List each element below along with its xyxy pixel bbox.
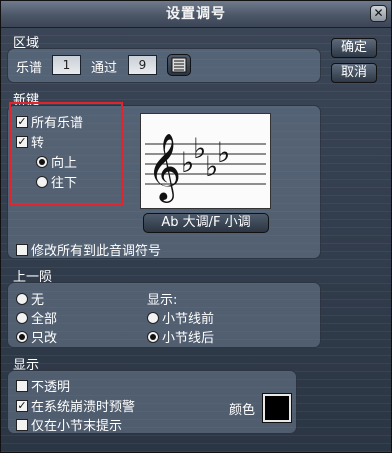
color-label: 颜色 — [229, 399, 255, 418]
list-picker-button[interactable] — [167, 54, 191, 76]
radio-button — [16, 311, 28, 324]
checkbox-box — [16, 379, 28, 392]
staff-svg: 𝄞 ♭ ♭ ♭ ♭ — [145, 132, 266, 203]
prev-none-label: 无 — [31, 293, 45, 308]
list-picker-icon — [171, 57, 187, 73]
prev-change-only-radio[interactable]: 只改 — [16, 327, 57, 346]
radio-button — [147, 330, 159, 343]
dialog-title: 设置调号 — [1, 1, 391, 28]
ok-button[interactable]: 确定 — [331, 38, 377, 58]
opaque-checkbox[interactable]: 不透明 — [16, 376, 70, 395]
highlight-box — [9, 102, 123, 206]
after-barline-radio[interactable]: 小节线后 — [147, 327, 214, 346]
through-label-text: 通过 — [91, 61, 118, 76]
modify-all-label: 修改所有到此音调符号 — [31, 244, 162, 259]
staff-label-text: 乐谱 — [16, 61, 43, 76]
set-key-signature-dialog: 设置调号 ✕ 区域 乐谱 1 通过 9 确定 取消 新键 ✓ 所有乐谱 ✓ 转 … — [0, 0, 392, 453]
prev-none-radio[interactable]: 无 — [16, 289, 44, 308]
after-barline-label: 小节线后 — [162, 331, 215, 346]
radio-button — [16, 292, 28, 305]
staff-from-field[interactable]: 1 — [52, 55, 81, 75]
color-label-text: 颜色 — [229, 403, 256, 418]
radio-button — [16, 330, 28, 343]
modify-all-checkbox[interactable]: 修改所有到此音调符号 — [16, 240, 161, 259]
color-swatch[interactable] — [262, 393, 292, 423]
prev-all-radio[interactable]: 全部 — [16, 308, 57, 327]
key-select-button[interactable]: Ab 大调/F 小调 — [143, 213, 269, 233]
checkbox-box — [16, 418, 28, 431]
warn-system-break-checkbox[interactable]: ✓ 在系统崩溃时预警 — [16, 396, 135, 415]
staff-label: 乐谱 — [16, 57, 42, 76]
display-sub-label: 显示: — [147, 289, 177, 308]
end-measure-checkbox[interactable]: 仅在小节末提示 — [16, 415, 122, 434]
close-icon[interactable]: ✕ — [370, 5, 387, 22]
display-sub-label-text: 显示: — [147, 293, 178, 308]
cancel-button[interactable]: 取消 — [331, 63, 377, 83]
before-barline-radio[interactable]: 小节线前 — [147, 308, 214, 327]
prev-change-only-label: 只改 — [31, 331, 58, 346]
radio-button — [147, 311, 159, 324]
checkbox-box: ✓ — [16, 399, 28, 412]
flat-icon: ♭ — [217, 136, 230, 169]
key-signature-preview: 𝄞 ♭ ♭ ♭ ♭ — [140, 113, 271, 209]
checkbox-box — [16, 243, 28, 256]
through-label: 通过 — [91, 57, 117, 76]
end-measure-label: 仅在小节末提示 — [31, 419, 123, 434]
staff-to-field[interactable]: 9 — [128, 55, 157, 75]
prev-all-label: 全部 — [31, 312, 58, 327]
before-barline-label: 小节线前 — [162, 312, 215, 327]
treble-clef-icon: 𝄞 — [147, 132, 181, 203]
warn-system-break-label: 在系统崩溃时预警 — [31, 400, 136, 415]
opaque-label: 不透明 — [31, 380, 71, 395]
